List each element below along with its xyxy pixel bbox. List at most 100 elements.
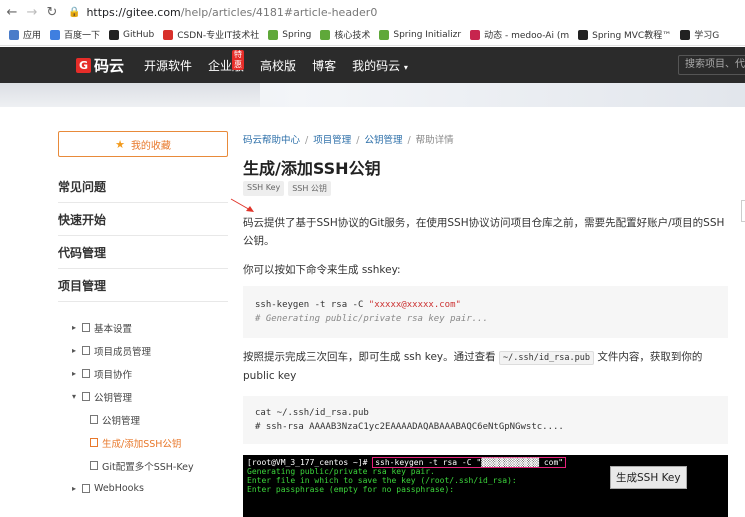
bookmark-item[interactable]: CSDN-专业IT技术社	[163, 28, 259, 41]
document-icon	[82, 484, 90, 493]
spring-icon	[268, 29, 279, 40]
sidebar-section-quickstart[interactable]: 快速开始	[58, 203, 228, 236]
tag-ssh-key[interactable]: SSH Key	[243, 181, 285, 196]
code-cmd: ssh-keygen -t rsa -C	[255, 300, 369, 310]
nav-education[interactable]: 高校版	[260, 57, 296, 74]
document-icon	[82, 392, 90, 401]
caret-right-icon[interactable]: ▸	[72, 369, 82, 378]
document-icon	[82, 346, 90, 355]
address-bar[interactable]: 🔒 https://gitee.com/help/articles/4181#a…	[68, 6, 377, 19]
sidebar-section-code[interactable]: 代码管理	[58, 236, 228, 269]
breadcrumb-help-center[interactable]: 码云帮助中心	[243, 135, 300, 146]
document-icon	[90, 438, 98, 447]
code-block-keygen: ssh-keygen -t rsa -C "xxxxx@xxxxx.com" #…	[243, 286, 728, 338]
star-icon: ★	[115, 137, 125, 151]
apps-grid-icon	[9, 29, 19, 40]
caret-down-icon[interactable]: ▾	[72, 392, 82, 401]
favorites-button[interactable]: ★ 我的收藏	[58, 131, 228, 157]
page-title: 生成/添加SSH公钥	[243, 159, 381, 178]
bookmarks-bar: 应用 百度一下 GitHub CSDN-专业IT技术社 Spring 核心技术 Spring…	[0, 24, 745, 46]
tree-item-label: 公钥管理	[102, 415, 141, 427]
bookmark-item[interactable]: 百度一下	[50, 28, 100, 41]
bookmark-item[interactable]: 应用	[9, 28, 41, 41]
baidu-icon	[50, 29, 61, 40]
nav-my-gitee-label: 我的码云	[352, 58, 401, 73]
inline-code-path: ~/.ssh/id_rsa.pub	[499, 351, 594, 365]
nav-open-source[interactable]: 开源软件	[144, 57, 192, 74]
breadcrumb-sep: /	[356, 135, 360, 146]
bookmark-item[interactable]: 核心技术	[320, 28, 370, 41]
browser-toolbar: ← → ↻ 🔒 https://gitee.com/help/articles/…	[0, 0, 745, 24]
bookmark-label: Spring MVC教程™	[592, 31, 672, 41]
caret-right-icon[interactable]: ▸	[72, 323, 82, 332]
bookmark-item[interactable]: Spring MVC教程™	[578, 28, 671, 41]
bookmark-label: 动态 - medoo-Ai (m	[484, 31, 570, 41]
forward-icon[interactable]: →	[24, 5, 40, 20]
tree-item-label: WebHooks	[94, 483, 144, 494]
document-icon	[82, 369, 90, 378]
sidebar-tree-item[interactable]: ▸ 项目协作	[72, 362, 242, 385]
caret-right-icon[interactable]: ▸	[72, 484, 82, 493]
lock-icon: 🔒	[68, 6, 81, 18]
intro-paragraph: 码云提供了基于SSH协议的Git服务，在使用SSH协议访问项目仓库之前，需要先配…	[243, 217, 725, 247]
url-path: /help/articles/4181#article-header0	[180, 5, 378, 19]
sidebar-tree-item[interactable]: ▸ WebHooks	[72, 477, 242, 500]
gitee-icon	[470, 29, 481, 40]
bookmark-label: 百度一下	[64, 31, 101, 41]
gitee-logo[interactable]: G 码云	[76, 55, 124, 76]
side-tab[interactable]	[741, 200, 745, 222]
bookmark-label: Spring Initializr	[393, 29, 462, 40]
nav-blog[interactable]: 博客	[312, 57, 336, 74]
banner-strip	[0, 83, 260, 107]
tree-item-label: 项目成员管理	[94, 346, 152, 358]
bookmark-label: GitHub	[123, 29, 155, 40]
nav-my-gitee[interactable]: 我的码云 ▾	[352, 57, 408, 74]
sidebar-section-project[interactable]: 项目管理	[58, 269, 228, 302]
logo-text: 码云	[94, 56, 125, 75]
document-icon	[90, 415, 98, 424]
breadcrumb-project[interactable]: 项目管理	[313, 135, 351, 146]
document-icon	[90, 461, 98, 470]
sidebar-tree-item[interactable]: ▸ 基本设置	[72, 316, 242, 339]
sidebar-tree-item[interactable]: Git配置多个SSH-Key	[72, 454, 242, 477]
terminal-redacted: ▓▓▓▓▓▓▓▓▓▓▓▓	[481, 458, 539, 467]
code-comment: # Generating public/private rsa key pair…	[255, 314, 488, 324]
generate-paragraph: 你可以按如下命令来生成 sshkey:	[243, 264, 401, 276]
sidebar-tree-item[interactable]: ▾ 公钥管理	[72, 385, 242, 408]
nav-enterprise[interactable]: 企业版 特惠	[208, 49, 245, 74]
red-arrow-annotation	[230, 198, 254, 212]
bookmark-item[interactable]: 动态 - medoo-Ai (m	[470, 28, 569, 41]
bookmark-item[interactable]: Spring Initializr	[379, 29, 462, 40]
tree-item-label: 基本设置	[94, 323, 133, 335]
bookmark-label: 学习G	[694, 31, 720, 41]
breadcrumb-current: 帮助详情	[415, 135, 454, 146]
bookmark-item[interactable]: 学习G	[680, 28, 719, 41]
back-icon[interactable]: ←	[4, 5, 20, 20]
bookmark-item[interactable]: Spring	[268, 29, 311, 40]
sidebar-tree-item[interactable]: 公钥管理	[72, 408, 242, 431]
sidebar-tree-item[interactable]: 生成/添加SSH公钥	[72, 431, 242, 454]
banner	[0, 83, 745, 107]
site-header: G 码云 开源软件 企业版 特惠 高校版 博客 我的码云 ▾ 搜索项目、代	[0, 47, 745, 83]
breadcrumb-keys[interactable]: 公钥管理	[364, 135, 402, 146]
terminal-cmd-end: com"	[539, 458, 564, 467]
tree-item-label: 公钥管理	[94, 392, 133, 404]
spring-icon	[320, 29, 331, 40]
bookmark-item[interactable]: GitHub	[109, 29, 155, 40]
reload-icon[interactable]: ↻	[44, 5, 60, 20]
code-line: ssh-keygen -t rsa -C "xxxxx@xxxxx.com"	[255, 300, 461, 310]
github-icon	[109, 29, 120, 40]
caret-right-icon[interactable]: ▸	[72, 346, 82, 355]
sidebar-tree-item[interactable]: ▸ 项目成员管理	[72, 339, 242, 362]
bookmark-label: 应用	[23, 31, 42, 41]
pubkey-paragraph: 按照提示完成三次回车，即可生成 ssh key。通过查看 ~/.ssh/id_r…	[243, 348, 733, 385]
bookmark-label: 核心技术	[334, 31, 371, 41]
sidebar-section-faq[interactable]: 常见问题	[58, 170, 228, 203]
sidebar-tree: ▸ 基本设置 ▸ 项目成员管理 ▸ 项目协作 ▾ 公钥管理 公钥管理 生成/添加SSH公钥 Git配…	[72, 316, 242, 500]
search-input[interactable]: 搜索项目、代	[678, 55, 745, 75]
tree-item-label: Git配置多个SSH-Key	[102, 461, 194, 473]
chevron-down-icon: ▾	[403, 62, 408, 72]
hot-badge: 特惠	[232, 49, 245, 70]
breadcrumb-sep: /	[305, 135, 309, 146]
tag-ssh-pubkey[interactable]: SSH 公钥	[288, 181, 331, 196]
